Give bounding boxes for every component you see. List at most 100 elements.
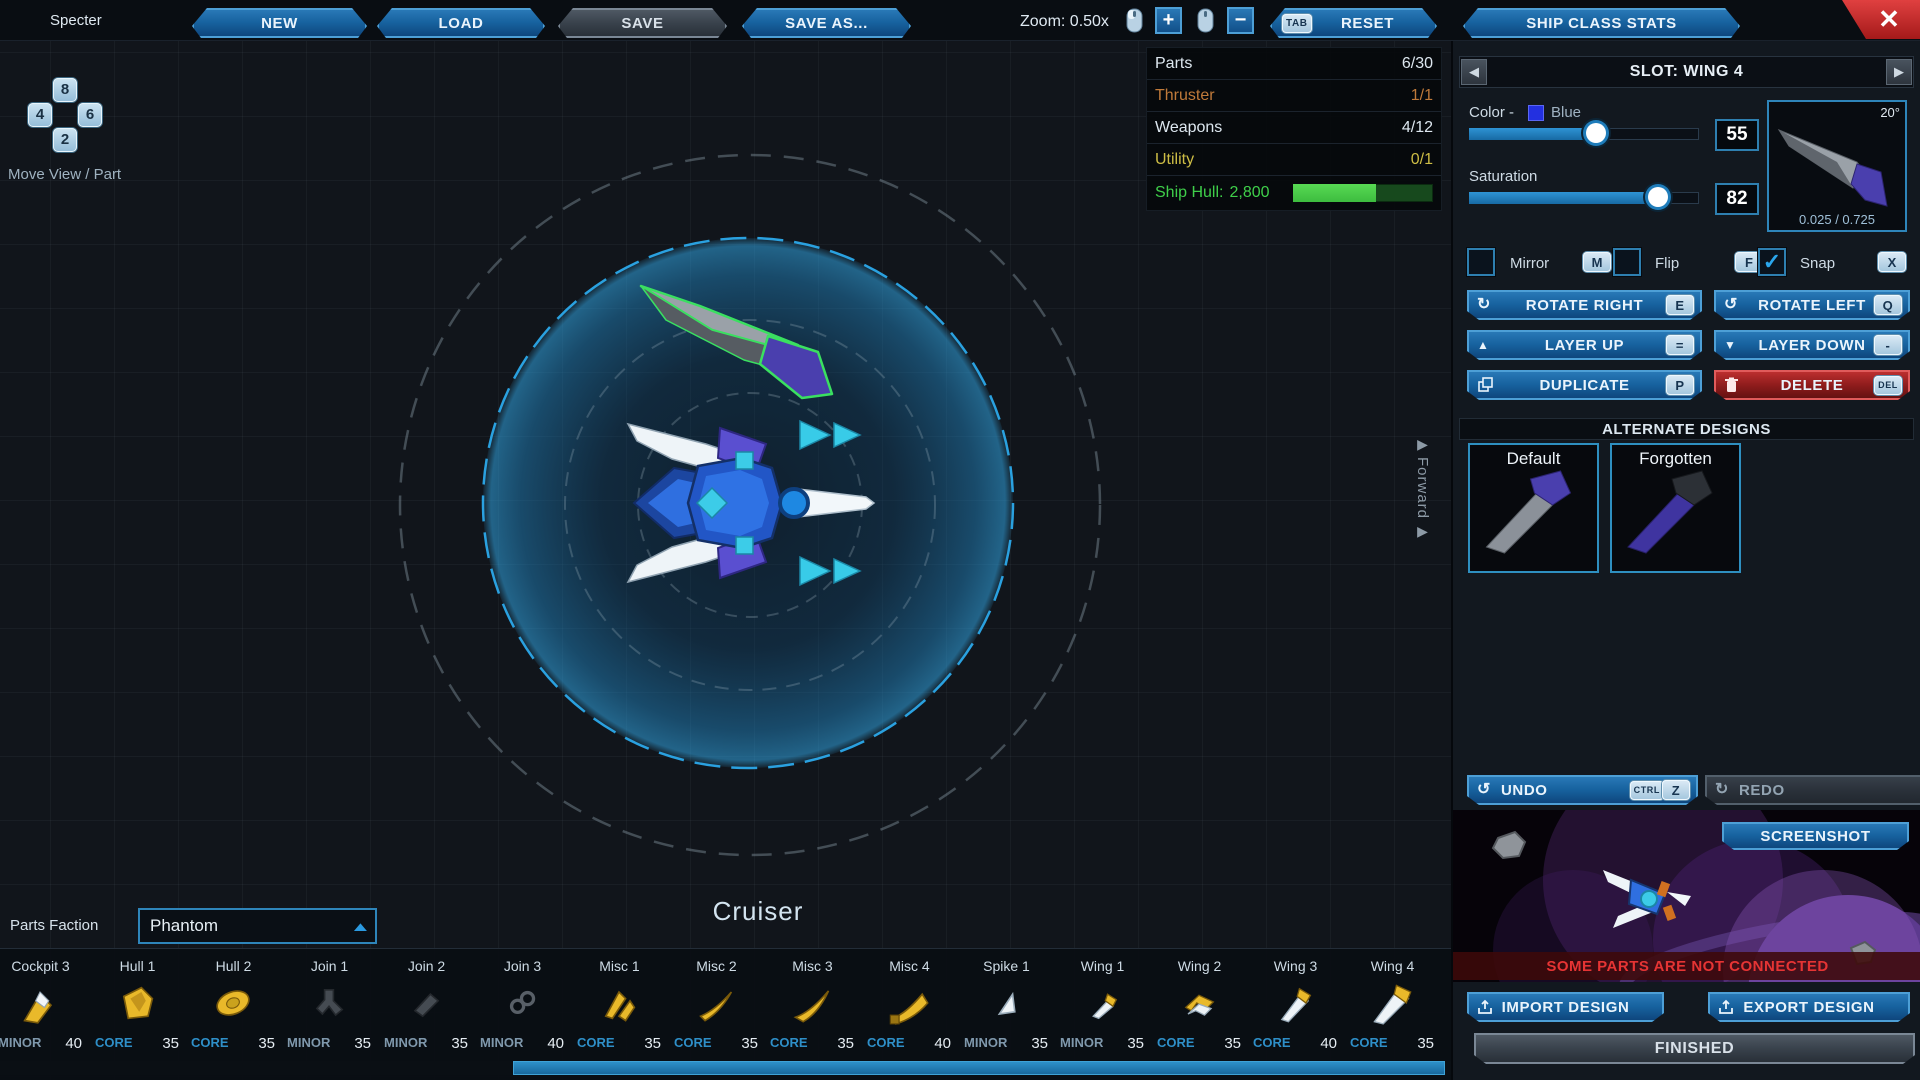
rotate-left-button[interactable]: ↺ ROTATE LEFT Q (1714, 290, 1910, 320)
stat-row-utility: Utility 0/1 (1147, 144, 1441, 176)
stat-row-weapons: Weapons 4/12 (1147, 112, 1441, 144)
finished-button[interactable]: FINISHED (1474, 1033, 1915, 1064)
redo-button[interactable]: ↻ REDO (1705, 775, 1920, 805)
layer-up-button[interactable]: ▲ LAYER UP = (1467, 330, 1702, 360)
snap-label: Snap (1800, 255, 1835, 272)
undo-button[interactable]: ↺ UNDO CTRL Z (1467, 775, 1698, 805)
part-item-join-2[interactable]: Join 2 MINOR35 (378, 949, 475, 1061)
part-cost: 35 (258, 1035, 275, 1052)
part-type: CORE (867, 1035, 905, 1052)
part-cost: 35 (1224, 1035, 1241, 1052)
design-option-default[interactable]: Default (1468, 443, 1599, 573)
zoom-in-button[interactable]: + (1155, 7, 1182, 34)
slot-title: SLOT: WING 4 (1630, 63, 1744, 81)
screenshot-button[interactable]: SCREENSHOT (1722, 822, 1909, 850)
alternate-designs-header: ALTERNATE DESIGNS (1459, 418, 1914, 440)
parts-scrollbar-thumb[interactable] (513, 1061, 1445, 1075)
export-label: EXPORT DESIGN (1743, 999, 1874, 1016)
part-item-spike-1[interactable]: Spike 1 MINOR35 (958, 949, 1055, 1061)
snap-key-badge: X (1878, 252, 1906, 272)
zoom-level-label: Zoom: 0.50x (1020, 13, 1109, 31)
part-item-misc-3[interactable]: Misc 3 CORE35 (764, 949, 861, 1061)
part-item-hull-2[interactable]: Hull 2 CORE35 (185, 949, 282, 1061)
duplicate-button[interactable]: DUPLICATE P (1467, 370, 1702, 400)
key-hint-up: 8 (53, 78, 77, 102)
new-button[interactable]: NEW (192, 8, 367, 38)
part-cost: 40 (65, 1035, 82, 1052)
part-item-misc-4[interactable]: Misc 4 CORE40 (861, 949, 958, 1061)
saturation-slider[interactable] (1469, 192, 1699, 204)
color-value-box[interactable]: 55 (1715, 119, 1759, 151)
rotate-right-label: ROTATE RIGHT (1526, 297, 1643, 314)
tab-key-badge: TAB (1282, 14, 1312, 33)
flip-label: Flip (1655, 255, 1679, 272)
color-slider[interactable] (1469, 128, 1699, 140)
ship-class-label: Cruiser (658, 896, 858, 927)
part-type: CORE (1350, 1035, 1388, 1052)
part-icon-misc-3 (790, 981, 834, 1025)
layer-down-key-badge: - (1874, 335, 1902, 355)
delete-button[interactable]: DELETE DEL (1714, 370, 1910, 400)
part-item-wing-3[interactable]: Wing 3 CORE40 (1247, 949, 1344, 1061)
redo-label: REDO (1739, 782, 1785, 799)
snap-checkbox[interactable]: ✓ (1758, 248, 1786, 276)
import-design-button[interactable]: IMPORT DESIGN (1467, 992, 1664, 1022)
stat-value: 0/1 (1411, 151, 1433, 169)
prev-slot-button[interactable]: ◀ (1461, 59, 1487, 85)
part-item-hull-1[interactable]: Hull 1 CORE35 (89, 949, 186, 1061)
rotate-left-key-badge: Q (1874, 295, 1902, 315)
part-icon-wing-1 (1080, 981, 1124, 1025)
part-item-misc-2[interactable]: Misc 2 CORE35 (668, 949, 765, 1061)
key-hint-left: 4 (28, 103, 52, 127)
part-item-join-3[interactable]: Join 3 MINOR40 (474, 949, 571, 1061)
part-item-join-1[interactable]: Join 1 MINOR35 (281, 949, 378, 1061)
ship-hull-row: Ship Hull: 2,800 (1147, 176, 1441, 210)
next-slot-button[interactable]: ▶ (1886, 59, 1912, 85)
part-editor-panel: ◀ SLOT: WING 4 ▶ Color - Blue 55 Saturat… (1451, 40, 1920, 1080)
part-cost: 35 (741, 1035, 758, 1052)
layer-down-button[interactable]: ▼ LAYER DOWN - (1714, 330, 1910, 360)
parts-faction-dropdown[interactable]: Phantom ▲ (138, 908, 377, 944)
ship-preview[interactable] (628, 421, 874, 585)
rotate-right-button[interactable]: ↻ ROTATE RIGHT E (1467, 290, 1702, 320)
z-key-badge: Z (1662, 780, 1690, 800)
parts-scrollbar-track[interactable] (0, 1061, 1451, 1075)
color-label: Color - (1469, 104, 1514, 121)
part-icon-spike-1 (984, 981, 1028, 1025)
part-name: Hull 2 (185, 958, 282, 974)
close-button[interactable]: ✕ (1842, 0, 1920, 39)
duplicate-icon (1477, 377, 1493, 393)
export-icon (1718, 999, 1734, 1015)
part-name: Wing 3 (1247, 958, 1344, 974)
mouse-scroll-icon (1126, 8, 1143, 33)
part-item-wing-4[interactable]: Wing 4 CORE35 (1344, 949, 1441, 1061)
flip-checkbox[interactable] (1613, 248, 1641, 276)
saturation-slider-knob[interactable] (1648, 187, 1668, 207)
stat-label: Weapons (1155, 119, 1222, 137)
delete-key-badge: DEL (1874, 376, 1902, 395)
color-swatch (1529, 106, 1543, 120)
ship-editor-window: 8 4 6 2 Move View / Part Cruiser ▶ Forwa… (0, 0, 1920, 1080)
export-design-button[interactable]: EXPORT DESIGN (1708, 992, 1910, 1022)
reset-view-button[interactable]: TAB RESET (1270, 8, 1437, 38)
part-item-wing-1[interactable]: Wing 1 MINOR35 (1054, 949, 1151, 1061)
hull-label: Ship Hull: (1155, 184, 1223, 202)
stat-label: Utility (1155, 151, 1194, 169)
stat-value: 1/1 (1411, 87, 1433, 105)
load-button[interactable]: LOAD (377, 8, 545, 38)
part-name: Join 3 (474, 958, 571, 974)
part-item-wing-2[interactable]: Wing 2 CORE35 (1151, 949, 1248, 1061)
save-button[interactable]: SAVE (558, 8, 727, 38)
part-cost: 40 (934, 1035, 951, 1052)
ship-class-stats-button[interactable]: SHIP CLASS STATS (1463, 8, 1740, 38)
part-item-misc-1[interactable]: Misc 1 CORE35 (571, 949, 668, 1061)
part-item-cockpit-3[interactable]: Cockpit 3 MINOR40 (0, 949, 89, 1061)
saturation-value-box[interactable]: 82 (1715, 183, 1759, 215)
part-type: MINOR (964, 1035, 1007, 1052)
design-option-forgotten[interactable]: Forgotten (1610, 443, 1741, 573)
save-as-button[interactable]: SAVE AS... (742, 8, 911, 38)
mirror-checkbox[interactable] (1467, 248, 1495, 276)
zoom-out-button[interactable]: − (1227, 7, 1254, 34)
color-slider-knob[interactable] (1586, 123, 1606, 143)
part-type: CORE (1253, 1035, 1291, 1052)
